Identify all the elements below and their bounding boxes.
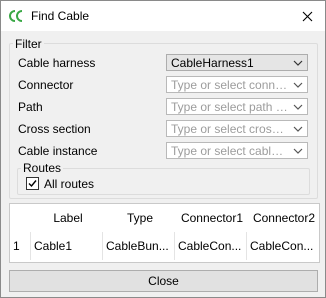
close-icon: [302, 11, 312, 21]
close-button[interactable]: Close: [9, 270, 318, 292]
cable-instance-placeholder: Type or select cable ...: [171, 144, 289, 158]
results-table[interactable]: Label Type Connector1 Connector2 1 Cable…: [9, 203, 320, 263]
cable-harness-label: Cable harness: [18, 56, 96, 70]
cable-harness-value: CableHarness1: [171, 56, 254, 70]
routes-group-title: Routes: [21, 161, 64, 175]
dialog-title: Find Cable: [31, 9, 90, 23]
chevron-down-icon: [293, 148, 303, 154]
cell-divider: [174, 232, 175, 260]
connector-label: Connector: [18, 78, 74, 92]
cell-label[interactable]: Cable1: [34, 232, 102, 260]
column-header-type[interactable]: Type: [104, 204, 176, 232]
find-cable-dialog: Find Cable Filter Cable harness CableHar…: [0, 0, 326, 298]
close-window-button[interactable]: [295, 5, 319, 27]
cross-section-label: Cross section: [18, 122, 91, 136]
chevron-down-icon: [293, 60, 303, 66]
cable-instance-combo[interactable]: Type or select cable ...: [166, 142, 308, 159]
column-header-connector2[interactable]: Connector2: [248, 204, 320, 232]
cell-divider: [246, 232, 247, 260]
cable-harness-select[interactable]: CableHarness1: [166, 54, 308, 71]
cell-divider: [102, 232, 103, 260]
title-bar[interactable]: Find Cable: [1, 1, 325, 31]
cell-connector1[interactable]: CableCon...: [178, 232, 246, 260]
path-placeholder: Type or select path t...: [171, 100, 289, 114]
cable-instance-label: Cable instance: [18, 144, 98, 158]
all-routes-label[interactable]: All routes: [44, 177, 94, 191]
cell-type[interactable]: CableBun...: [106, 232, 174, 260]
checkmark-icon: [28, 180, 37, 188]
cable-app-icon: [9, 10, 23, 22]
cross-section-placeholder: Type or select cross ...: [171, 122, 289, 136]
connector-combo[interactable]: Type or select conne...: [166, 76, 308, 93]
cell-divider: [30, 232, 31, 260]
chevron-down-icon: [293, 104, 303, 110]
cell-connector2[interactable]: CableCon...: [250, 232, 316, 260]
filter-group-title: Filter: [13, 37, 44, 51]
chevron-down-icon: [293, 126, 303, 132]
row-index: 1: [13, 239, 20, 253]
column-header-label[interactable]: Label: [32, 204, 104, 232]
chevron-down-icon: [293, 82, 303, 88]
path-label: Path: [18, 100, 43, 114]
column-header-connector1[interactable]: Connector1: [176, 204, 248, 232]
all-routes-checkbox[interactable]: [26, 177, 39, 190]
connector-placeholder: Type or select conne...: [171, 78, 289, 92]
cross-section-combo[interactable]: Type or select cross ...: [166, 120, 308, 137]
path-combo[interactable]: Type or select path t...: [166, 98, 308, 115]
